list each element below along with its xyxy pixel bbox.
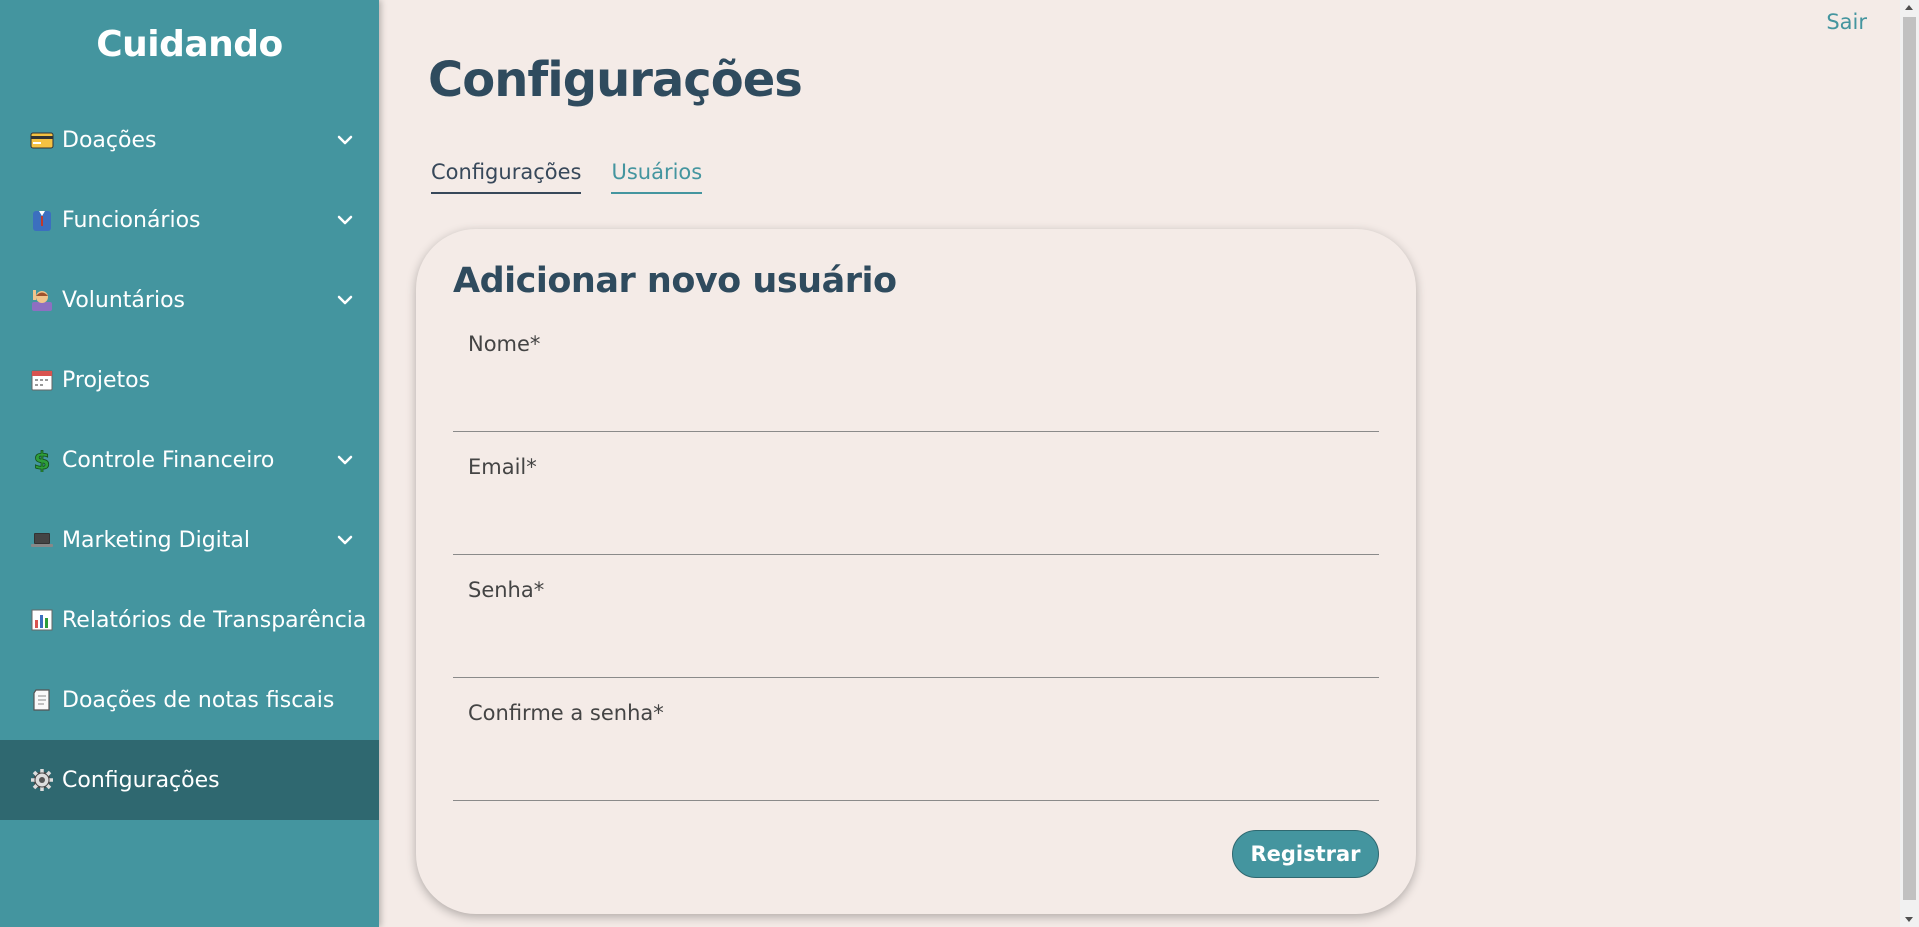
credit-card-icon <box>30 128 54 152</box>
sidebar-item-notas-fiscais[interactable]: Doações de notas fiscais <box>0 660 379 740</box>
volunteer-icon <box>30 288 54 312</box>
password-field-group: Senha* <box>453 578 1379 678</box>
tab-configuracoes[interactable]: Configurações <box>431 160 582 194</box>
sidebar-item-label: Funcionários <box>62 207 201 233</box>
sidebar-item-projetos[interactable]: Projetos <box>0 340 379 420</box>
chevron-down-icon[interactable] <box>337 532 353 548</box>
email-field-label: Email* <box>468 455 537 479</box>
svg-text:$: $ <box>34 448 51 472</box>
password-field[interactable] <box>453 626 1379 678</box>
brand-logo[interactable]: Cuidando <box>0 24 379 65</box>
scroll-up-icon[interactable] <box>1905 5 1913 10</box>
gear-icon <box>30 768 54 792</box>
confirm-password-field[interactable] <box>453 749 1379 801</box>
sidebar-item-funcionarios[interactable]: Funcionários <box>0 180 379 260</box>
sidebar-item-label: Relatórios de Transparência <box>62 607 367 633</box>
employee-icon <box>30 208 54 232</box>
dollar-icon: $ <box>30 448 54 472</box>
sidebar-item-marketing-digital[interactable]: Marketing Digital <box>0 500 379 580</box>
sidebar-item-relatorios[interactable]: Relatórios de Transparência <box>0 580 379 660</box>
sidebar-item-label: Projetos <box>62 367 151 393</box>
sidebar-item-controle-financeiro[interactable]: $ Controle Financeiro <box>0 420 379 500</box>
sidebar-item-voluntarios[interactable]: Voluntários <box>0 260 379 340</box>
sidebar-item-label: Doações <box>62 127 157 153</box>
sidebar-item-label: Configurações <box>62 767 220 793</box>
sidebar-item-label: Controle Financeiro <box>62 447 275 473</box>
bar-chart-icon <box>30 608 54 632</box>
add-user-card: Adicionar novo usuário Nome* Email* Senh… <box>416 229 1416 914</box>
laptop-icon <box>30 528 54 552</box>
name-field[interactable] <box>453 380 1379 432</box>
chevron-down-icon[interactable] <box>337 132 353 148</box>
sidebar-item-doacoes[interactable]: Doações <box>0 100 379 180</box>
tab-usuarios[interactable]: Usuários <box>611 160 703 194</box>
scrollbar[interactable] <box>1900 0 1919 927</box>
sidebar-item-label: Voluntários <box>62 287 185 313</box>
chevron-down-icon[interactable] <box>337 292 353 308</box>
register-button[interactable]: Registrar <box>1232 830 1379 878</box>
calendar-icon <box>30 368 54 392</box>
name-field-label: Nome* <box>468 332 541 356</box>
sidebar: Cuidando Doações Funcionários Voluntário… <box>0 0 379 927</box>
password-field-label: Senha* <box>468 578 545 602</box>
email-field-group: Email* <box>453 455 1379 555</box>
tab-bar: Configurações Usuários <box>431 160 703 194</box>
chevron-down-icon[interactable] <box>337 212 353 228</box>
receipt-icon <box>30 688 54 712</box>
confirm-password-field-group: Confirme a senha* <box>453 701 1379 801</box>
sidebar-item-label: Marketing Digital <box>62 527 250 553</box>
email-field[interactable] <box>453 503 1379 555</box>
sidebar-item-label: Doações de notas fiscais <box>62 687 335 713</box>
scroll-down-icon[interactable] <box>1905 917 1913 922</box>
chevron-down-icon[interactable] <box>337 452 353 468</box>
logout-link[interactable]: Sair <box>1826 10 1867 34</box>
name-field-group: Nome* <box>453 332 1379 432</box>
sidebar-item-configuracoes[interactable]: Configurações <box>0 740 379 820</box>
scrollbar-thumb[interactable] <box>1903 17 1916 900</box>
confirm-password-field-label: Confirme a senha* <box>468 701 664 725</box>
page-title: Configurações <box>428 52 803 108</box>
form-title: Adicionar novo usuário <box>453 261 897 301</box>
